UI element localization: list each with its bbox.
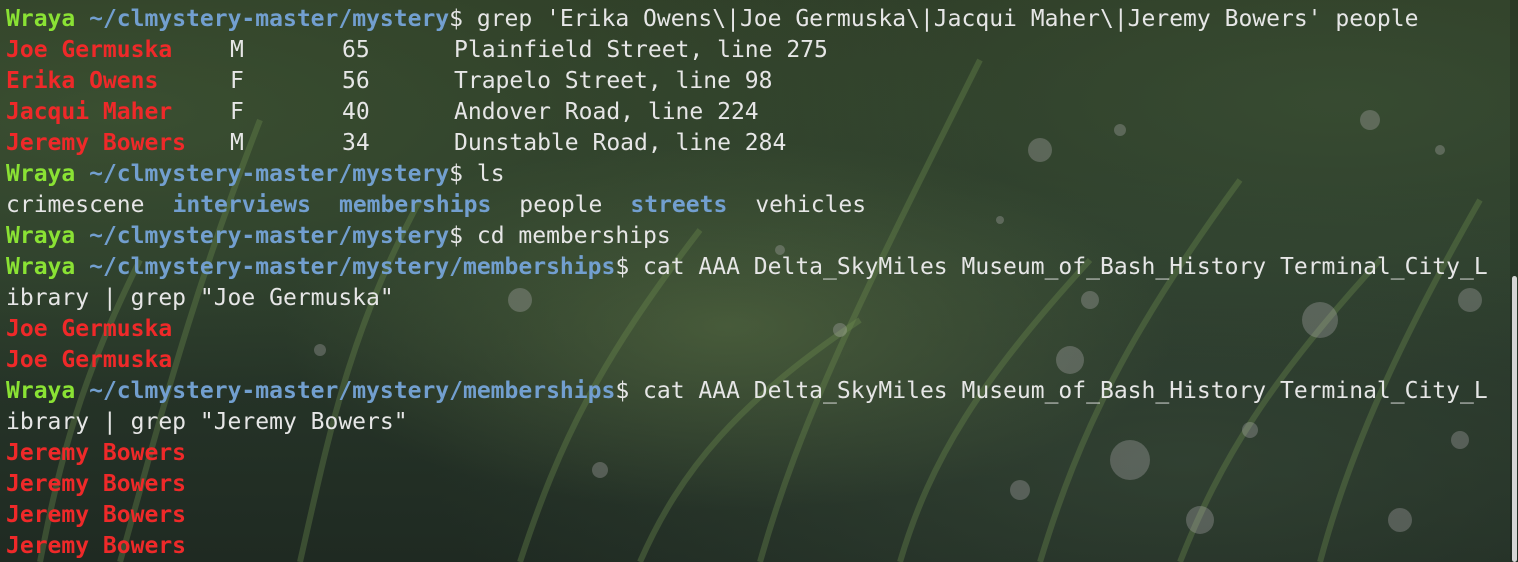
command-line: Wraya ~/clmystery-master/mystery$ grep '…: [6, 4, 1511, 35]
match-line: Jeremy Bowers: [6, 531, 1511, 562]
result-address: Andover Road, line 224: [454, 99, 759, 125]
match-text: Jeremy Bowers: [6, 533, 187, 559]
command-text: ls: [463, 161, 505, 187]
prompt-user: Wraya: [6, 378, 76, 404]
result-address: Dunstable Road, line 284: [454, 130, 787, 156]
result-age: 34: [342, 130, 370, 156]
command-text: cd memberships: [463, 223, 671, 249]
result-name: Jeremy Bowers: [6, 130, 187, 156]
result-age: 56: [342, 68, 370, 94]
match-text: Jeremy Bowers: [6, 502, 187, 528]
match-line: Jeremy Bowers: [6, 469, 1511, 500]
prompt-symbol: $: [615, 378, 630, 404]
result-row: Jeremy Bowers M 34 Dunstable Road, line 284: [6, 128, 1511, 159]
result-address: Plainfield Street, line 275: [454, 37, 828, 63]
match-text: Jeremy Bowers: [6, 471, 187, 497]
prompt-path: ~/clmystery-master/mystery: [89, 161, 450, 187]
scrollbar[interactable]: [1510, 0, 1518, 562]
command-line: Wraya ~/clmystery-master/mystery/members…: [6, 376, 1511, 407]
command-line: Wraya ~/clmystery-master/mystery$ cd mem…: [6, 221, 1511, 252]
command-line-wrap: ibrary | grep "Jeremy Bowers": [6, 407, 1511, 438]
command-line: Wraya ~/clmystery-master/mystery/members…: [6, 252, 1511, 283]
result-row: Joe Germuska M 65 Plainfield Street, line 2…: [6, 35, 1511, 66]
match-text: Joe Germuska: [6, 347, 173, 373]
prompt-path: ~/clmystery-master/mystery/memberships: [89, 254, 616, 280]
command-text: cat AAA Delta_SkyMiles Museum_of_Bash_Hi…: [629, 254, 1488, 280]
command-text: ibrary | grep "Joe Germuska": [6, 285, 394, 311]
ls-file: vehicles: [755, 192, 867, 218]
result-row: Erika Owens F 56 Trapelo Street, line 98: [6, 66, 1511, 97]
ls-file: people: [519, 192, 603, 218]
prompt-symbol: $: [615, 254, 630, 280]
command-line-wrap: ibrary | grep "Joe Germuska": [6, 283, 1511, 314]
command-line: Wraya ~/clmystery-master/mystery$ ls: [6, 159, 1511, 190]
match-line: Joe Germuska: [6, 314, 1511, 345]
match-text: Joe Germuska: [6, 316, 173, 342]
ls-output: crimescene interviews memberships people str…: [6, 190, 1511, 221]
prompt-symbol: $: [449, 223, 463, 249]
prompt-user: Wraya: [6, 254, 76, 280]
command-text: cat AAA Delta_SkyMiles Museum_of_Bash_Hi…: [629, 378, 1488, 404]
terminal-window[interactable]: Wraya ~/clmystery-master/mystery$ grep '…: [0, 0, 1518, 562]
ls-directory: streets: [630, 192, 728, 218]
prompt-user: Wraya: [6, 161, 76, 187]
match-line: Jeremy Bowers: [6, 500, 1511, 531]
result-sex: F: [230, 68, 244, 94]
prompt-user: Wraya: [6, 223, 76, 249]
prompt-path: ~/clmystery-master/mystery/memberships: [89, 378, 616, 404]
result-name: Joe Germuska: [6, 37, 173, 63]
prompt-path: ~/clmystery-master/mystery: [89, 223, 450, 249]
match-line: Joe Germuska: [6, 345, 1511, 376]
result-row: Jacqui Maher F 40 Andover Road, line 224: [6, 97, 1511, 128]
ls-file: crimescene: [6, 192, 145, 218]
result-sex: M: [230, 130, 244, 156]
result-sex: M: [230, 37, 244, 63]
result-age: 40: [342, 99, 370, 125]
command-text: grep 'Erika Owens\|Joe Germuska\|Jacqui …: [463, 6, 1419, 32]
result-name: Erika Owens: [6, 68, 159, 94]
result-address: Trapelo Street, line 98: [454, 68, 773, 94]
prompt-user: Wraya: [6, 6, 76, 32]
terminal-output[interactable]: Wraya ~/clmystery-master/mystery$ grep '…: [6, 4, 1511, 562]
match-line: Jeremy Bowers: [6, 438, 1511, 469]
prompt-path: ~/clmystery-master/mystery: [89, 6, 450, 32]
ls-directory: memberships: [338, 192, 492, 218]
command-text: ibrary | grep "Jeremy Bowers": [6, 409, 408, 435]
scrollbar-thumb[interactable]: [1512, 276, 1517, 562]
ls-directory: interviews: [172, 192, 311, 218]
result-sex: F: [230, 99, 244, 125]
match-text: Jeremy Bowers: [6, 440, 187, 466]
prompt-symbol: $: [449, 6, 463, 32]
result-name: Jacqui Maher: [6, 99, 173, 125]
result-age: 65: [342, 37, 370, 63]
prompt-symbol: $: [449, 161, 463, 187]
